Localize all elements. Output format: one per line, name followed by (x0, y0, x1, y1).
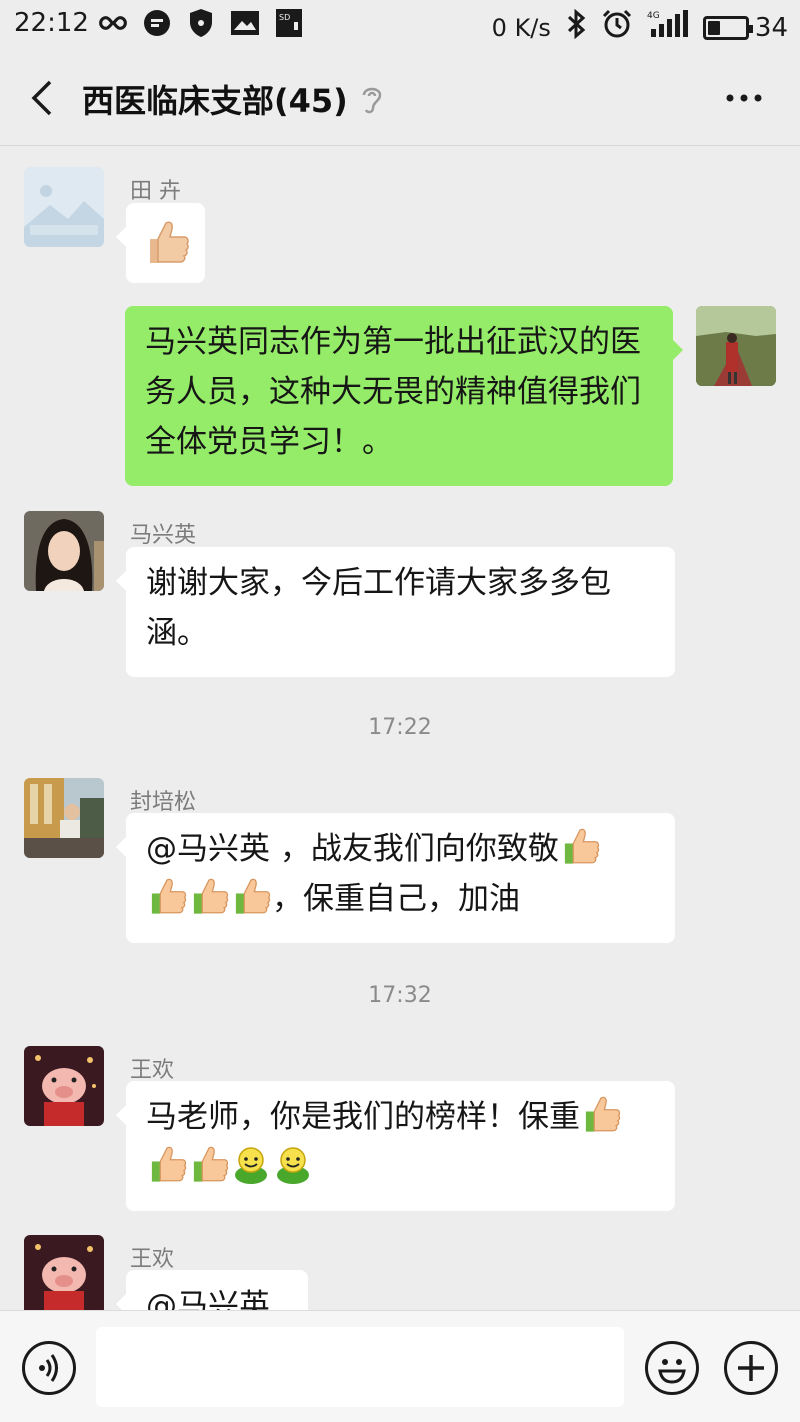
message-bubble[interactable]: @马兴英 (116, 1270, 308, 1310)
shield-icon (186, 8, 216, 38)
message-text: 马老师，你是我们的榜样！保重 (146, 1099, 580, 1135)
avatar-placeholder[interactable] (24, 167, 104, 247)
thumbs-up-icon (230, 875, 272, 917)
timestamp: 17:32 (368, 983, 432, 1008)
chat-messages[interactable]: 田 卉 马兴英同志作为第一批出征武汉的医务人员，这种大无畏的精神值得我们全体党员… (0, 147, 800, 1310)
sd-card-icon: SD (274, 8, 304, 38)
plus-icon[interactable] (724, 1341, 778, 1395)
message-text: ，保重自己，加油 (272, 881, 520, 917)
thumbs-up-icon (142, 217, 190, 282)
back-arrow-icon[interactable] (24, 76, 64, 120)
avatar[interactable] (24, 1046, 104, 1126)
svg-text:4G: 4G (647, 11, 660, 21)
status-right: 0 K/s 4G 34 (492, 8, 788, 47)
sender-name: 马兴英 (130, 523, 197, 548)
avatar-self[interactable] (696, 306, 776, 386)
bluetooth-icon (565, 8, 587, 46)
message-bubble[interactable]: 马老师，你是我们的榜样！保重 (116, 1081, 675, 1211)
thumbs-up-icon (146, 1143, 188, 1185)
chat-title: 西医临床支部(45) (82, 82, 348, 120)
message-text: @马兴英 ，战友我们向你致敬 (146, 831, 559, 867)
sender-name: 王欢 (130, 1058, 175, 1083)
sender-name: 田 卉 (130, 179, 181, 204)
thumbs-up-icon (188, 875, 230, 917)
sender-name: 王欢 (130, 1247, 175, 1272)
infinity-icon (98, 8, 128, 38)
ear-icon (358, 82, 386, 116)
chat-header: 西医临床支部(45) (0, 50, 800, 146)
input-bar (0, 1310, 800, 1422)
status-bar: 22:12 SD 0 K/s 4G 34 (0, 0, 800, 50)
message-input[interactable] (96, 1327, 624, 1407)
timestamp: 17:22 (368, 715, 432, 740)
emoji-icon[interactable] (645, 1341, 699, 1395)
thumbs-up-icon (146, 875, 188, 917)
signal-icon: 4G (647, 9, 689, 46)
message-bubble-self[interactable]: 马兴英同志作为第一批出征武汉的医务人员，这种大无畏的精神值得我们全体党员学习！。 (125, 306, 683, 486)
green-face-icon (272, 1143, 314, 1185)
chat-app-icon (142, 8, 172, 38)
sender-name: 封培松 (130, 790, 197, 815)
message-bubble[interactable]: @马兴英 ，战友我们向你致敬 ，保重自己，加油 (116, 813, 675, 943)
thumbs-up-icon (188, 1143, 230, 1185)
alarm-icon (601, 8, 633, 47)
thumbs-up-icon (559, 825, 601, 867)
battery-percent: 34 (754, 12, 788, 43)
net-speed: 0 K/s (491, 13, 551, 42)
more-icon[interactable] (724, 80, 764, 116)
voice-icon[interactable] (22, 1341, 76, 1395)
battery-icon (702, 15, 753, 40)
sticker-bubble[interactable] (116, 203, 205, 283)
image-icon (230, 8, 260, 38)
thumbs-up-icon (580, 1093, 622, 1135)
avatar[interactable] (24, 511, 104, 591)
status-notification-icons: SD (98, 8, 304, 38)
message-bubble[interactable]: 谢谢大家，今后工作请大家多多包涵。 (116, 547, 675, 677)
battery-indicator: 34 (702, 12, 788, 43)
avatar[interactable] (24, 778, 104, 858)
svg-text:SD: SD (279, 13, 290, 22)
green-face-icon (230, 1143, 272, 1185)
avatar[interactable] (24, 1235, 104, 1310)
status-time: 22:12 (14, 8, 89, 38)
